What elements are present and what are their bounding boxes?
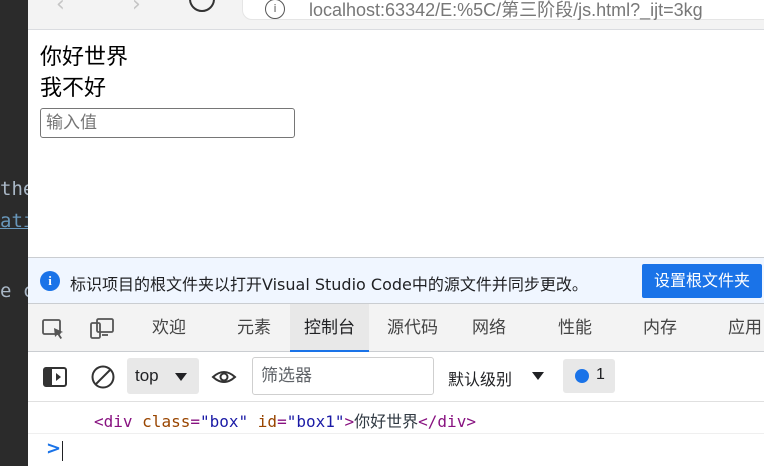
devtools-tabbar: 欢迎 元素 控制台 源代码 网络 性能 内存 应用 [28,304,764,352]
devtools-panel: i 标识项目的根文件夹以打开Visual Studio Code中的源文件并同步… [28,257,764,466]
prompt-chevron-icon: > [46,438,62,459]
ide-background-strip: the ati e c [0,0,28,466]
issues-badge[interactable]: 1 [563,359,615,393]
tab-console[interactable]: 控制台 [290,304,369,352]
url-text[interactable]: localhost:63342/E:%5C/第三阶段/js.html?_ijt=… [309,0,703,22]
attr-name: id [257,412,278,431]
attr-value: "box" [199,412,249,431]
tab-performance[interactable]: 性能 [544,304,606,352]
log-level-dropdown[interactable]: 默认级别 [448,360,558,392]
infobar-message: 标识项目的根文件夹以打开Visual Studio Code中的源文件并同步更改… [70,275,588,294]
tag-open: <div [94,412,143,431]
ide-code-fragment: the [0,178,28,200]
element-text: 你好世界 [354,412,419,431]
issues-count: 1 [596,366,605,383]
attr-value: "box1" [286,412,345,431]
value-input[interactable] [40,108,295,138]
tag-open-end: > [344,412,355,431]
console-toolbar: top 默认级别 1 [28,352,764,402]
console-filter-input[interactable] [252,357,434,395]
box2-text: 我不好 [40,76,107,101]
tab-elements[interactable]: 元素 [223,304,285,352]
context-selector[interactable]: top [127,358,199,394]
set-root-folder-button[interactable]: 设置根文件夹 [642,264,762,298]
message-bubble-icon [575,369,589,383]
sidebar-toggle-icon[interactable] [42,364,68,390]
console-prompt[interactable]: > [28,434,764,466]
tab-memory[interactable]: 内存 [629,304,691,352]
context-label: top [135,366,159,385]
console-log-entry[interactable]: <div class="box" id="box1">你好世界</div> [28,402,764,434]
log-level-label: 默认级别 [448,370,513,389]
inspect-element-icon[interactable] [42,318,66,340]
text-cursor [62,441,63,461]
box1-text: 你好世界 [40,45,129,70]
clear-console-icon[interactable] [90,364,116,390]
ide-code-fragment: ati [0,210,28,232]
tab-network[interactable]: 网络 [458,304,520,352]
forward-arrow-icon[interactable]: › [132,0,141,17]
device-toolbar-icon[interactable] [90,318,114,340]
attr-name: class [142,412,191,431]
tag-close: </div> [418,412,476,431]
live-expression-eye-icon[interactable] [211,364,237,390]
logged-element[interactable]: <div class="box" id="box1">你好世界</div> [94,408,476,432]
chevron-down-icon [532,372,544,380]
page-viewport: 你好世界 我不好 [28,31,764,257]
attr-eq: = [277,412,287,431]
browser-toolbar: ‹ › i localhost:63342/E:%5C/第三阶段/js.html… [28,0,764,30]
address-bar[interactable]: i localhost:63342/E:%5C/第三阶段/js.html?_ij… [242,0,764,20]
devtools-infobar: i 标识项目的根文件夹以打开Visual Studio Code中的源文件并同步… [28,258,764,304]
chevron-down-icon [175,373,187,381]
ide-code-fragment: e c [0,280,28,302]
attr-eq: = [190,412,200,431]
refresh-icon[interactable] [189,0,215,12]
site-info-icon[interactable]: i [265,0,285,19]
tab-sources[interactable]: 源代码 [373,304,452,352]
back-arrow-icon[interactable]: ‹ [56,0,65,17]
info-icon: i [40,271,60,291]
tab-welcome[interactable]: 欢迎 [138,304,200,352]
tab-application[interactable]: 应用 [714,304,764,352]
